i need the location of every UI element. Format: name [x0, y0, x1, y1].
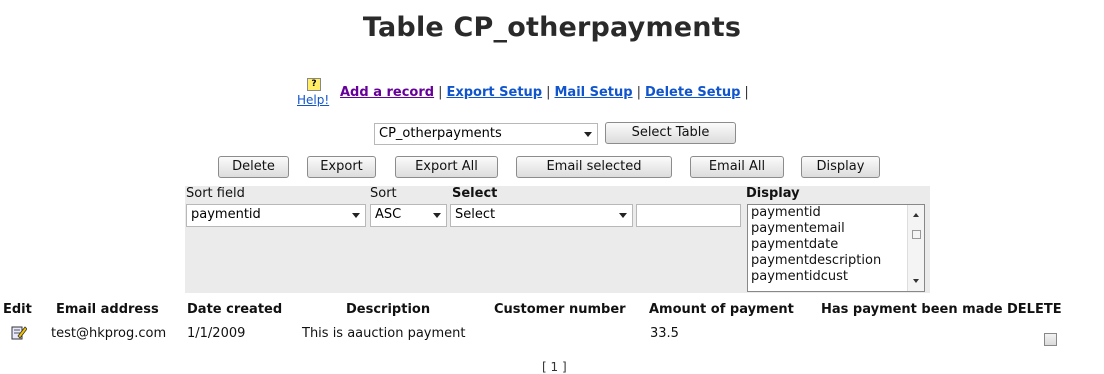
list-item[interactable]: paymentemail	[748, 221, 924, 237]
help-area[interactable]: ? Help!	[297, 75, 337, 113]
search-input[interactable]	[636, 204, 741, 227]
select-label: Select	[452, 186, 498, 201]
export-setup-link[interactable]: Export Setup	[446, 85, 542, 100]
display-listbox[interactable]: paymentid paymentemail paymentdate payme…	[747, 204, 925, 292]
nav-links: ? Help! Add a record | Export Setup | Mail S…	[297, 75, 857, 113]
chevron-down-icon	[584, 132, 592, 137]
column-header-amount: Amount of payment	[649, 302, 794, 317]
sort-label: Sort	[370, 186, 397, 201]
edit-pencil-icon[interactable]	[11, 324, 27, 340]
export-all-button[interactable]: Export All	[395, 156, 498, 178]
delete-setup-link[interactable]: Delete Setup	[645, 85, 740, 100]
sort-field-select[interactable]: paymentid	[186, 204, 366, 227]
separator: |	[744, 85, 749, 100]
separator: |	[636, 85, 641, 100]
column-header-edit: Edit	[3, 302, 32, 317]
sort-field-label: Sort field	[186, 186, 245, 201]
sort-order-value: ASC	[375, 207, 402, 222]
list-item[interactable]: paymentidcust	[748, 269, 924, 285]
mail-setup-link[interactable]: Mail Setup	[554, 85, 632, 100]
chevron-down-icon	[352, 213, 360, 218]
separator: |	[546, 85, 551, 100]
cell-email: test@hkprog.com	[51, 326, 167, 341]
select-field-select[interactable]: Select	[450, 204, 633, 227]
cell-description: This is aauction payment	[302, 326, 466, 341]
chevron-down-icon	[433, 213, 441, 218]
column-header-description: Description	[346, 302, 431, 317]
pagination[interactable]: [ 1 ]	[542, 360, 567, 374]
help-question-icon[interactable]: ?	[307, 78, 321, 91]
help-link[interactable]: Help!	[297, 93, 329, 107]
scroll-thumb[interactable]	[912, 230, 921, 239]
table-select-value: CP_otherpayments	[379, 126, 502, 141]
table-select[interactable]: CP_otherpayments	[374, 123, 598, 145]
column-header-customer: Customer number	[494, 302, 626, 317]
list-item[interactable]: paymentdate	[748, 237, 924, 253]
delete-checkbox[interactable]	[1044, 333, 1057, 346]
scrollbar[interactable]	[907, 205, 924, 291]
chevron-down-icon	[619, 213, 627, 218]
cell-amount: 33.5	[650, 326, 679, 341]
sort-field-value: paymentid	[191, 207, 261, 222]
top-link-bar: Add a record | Export Setup | Mail Setup | Del…	[340, 85, 753, 100]
sort-order-select[interactable]: ASC	[370, 204, 447, 227]
display-button[interactable]: Display	[801, 156, 880, 178]
add-record-link[interactable]: Add a record	[340, 85, 434, 100]
list-item[interactable]: paymentdescription	[748, 253, 924, 269]
delete-button[interactable]: Delete	[218, 156, 289, 178]
email-all-button[interactable]: Email All	[690, 156, 784, 178]
column-header-paid: Has payment been made	[821, 302, 1003, 317]
list-item[interactable]: paymentid	[748, 205, 924, 221]
separator: |	[438, 85, 443, 100]
column-header-delete: DELETE	[1007, 302, 1062, 317]
column-header-email: Email address	[56, 302, 159, 317]
export-button[interactable]: Export	[307, 156, 376, 178]
scroll-down-icon[interactable]	[913, 279, 919, 283]
select-field-value: Select	[455, 207, 496, 222]
cell-date: 1/1/2009	[187, 326, 246, 341]
display-label: Display	[746, 186, 800, 201]
email-selected-button[interactable]: Email selected	[516, 156, 672, 178]
column-header-date: Date created	[187, 302, 283, 317]
scroll-up-icon[interactable]	[913, 213, 919, 217]
select-table-button[interactable]: Select Table	[605, 122, 736, 144]
page-title: Table CP_otherpayments	[362, 12, 742, 43]
